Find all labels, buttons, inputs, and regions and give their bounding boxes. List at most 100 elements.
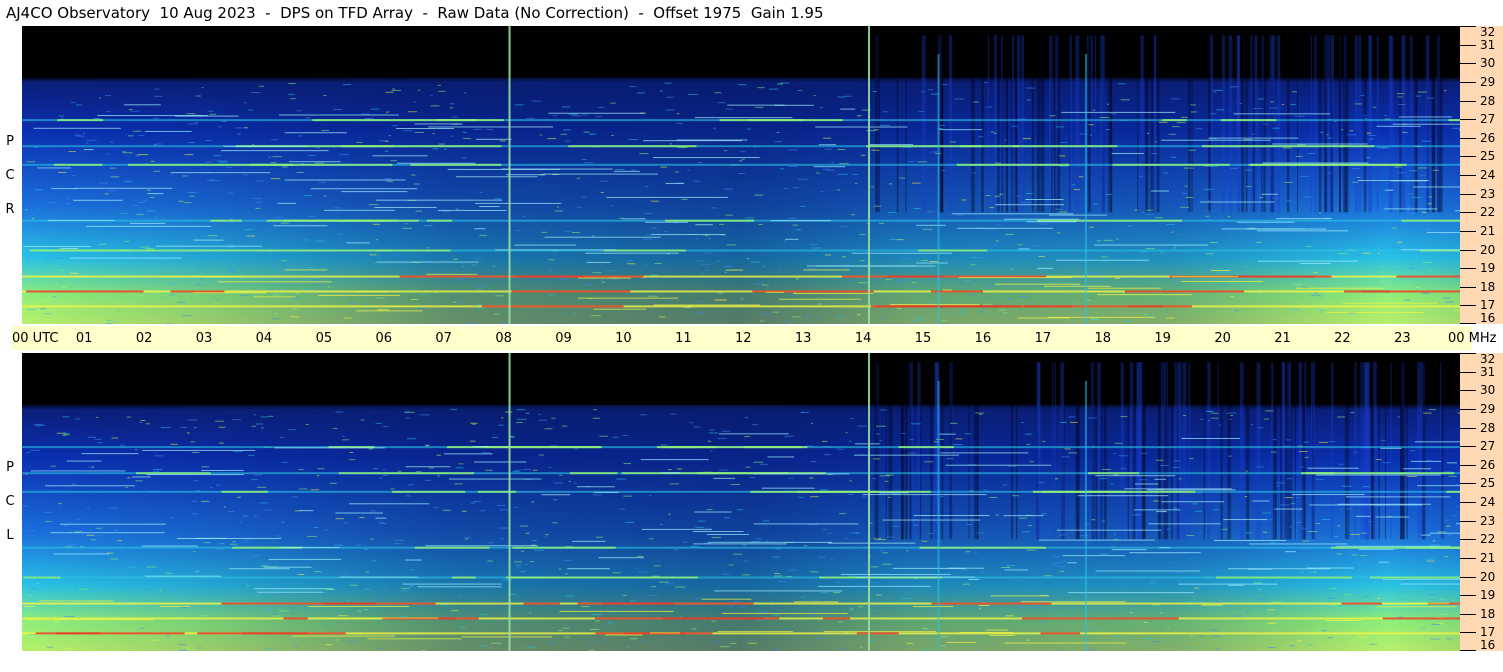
rcp-carrier [1257,260,1359,262]
rcp-speckle [1103,239,1113,241]
lcp-speckle [58,503,62,505]
rcp-freq-tick-label: 32 [1480,25,1496,39]
rcp-speckle [323,195,327,197]
lcp-speckle [817,556,826,558]
rcp-speckle [591,315,601,317]
lcp-speckle [649,494,652,496]
rcp-speckle [809,244,819,246]
lcp-band-segment [1021,617,1179,620]
rcp-speckle [1046,241,1049,243]
lcp-speckle [728,564,734,566]
lcp-band-segment [577,602,674,605]
rcp-speckle [1144,313,1148,315]
rcp-speckle [1284,181,1293,183]
lcp-band-segment [523,602,560,605]
rcp-freq-tick-label: 22 [1480,205,1496,220]
lcp-speckle [349,451,354,453]
rcp-band-segment [511,290,631,293]
lcp-carrier [862,494,987,496]
lcp-band-segment [594,617,763,620]
lcp-carrier [692,543,787,545]
lcp-speckle [1361,541,1366,543]
rcp-speckle [842,263,851,265]
rcp-speckle [1071,184,1076,186]
rcp-speckle [268,156,272,158]
rcp-speckle [885,279,892,281]
rcp-speckle [744,217,755,219]
rcp-speckle [410,174,416,176]
rcp-speckle [973,101,979,103]
lcp-speckle [170,516,175,518]
rcp-speckle [715,260,721,262]
rcp-speckle [1258,98,1265,100]
lcp-speckle [882,552,889,554]
lcp-speckle [1061,560,1067,562]
lcp-speckle [480,597,484,599]
rcp-speckle [337,233,343,235]
lcp-speckle [1000,566,1011,568]
lcp-speckle [1058,534,1066,536]
rcp-freq-tick-label: 17 [1480,298,1496,313]
rcp-speckle [405,223,408,225]
lcp-speckle [629,600,638,602]
rcp-speckle [857,282,868,284]
lcp-speckle [1409,450,1416,452]
lcp-speckle [458,463,464,465]
lcp-speckle [299,488,308,490]
rcp-speckle [178,200,184,202]
rcp-speckle [791,316,801,318]
lcp-speckle [695,526,704,528]
rcp-carrier [813,166,846,168]
rcp-speckle [289,297,300,299]
lcp-streak [1420,362,1422,540]
rcp-speckle [1432,169,1439,171]
lcp-speckle [111,437,119,439]
lcp-speckle [946,458,954,460]
lcp-speckle [580,606,590,608]
rcp-speckle [477,304,482,306]
rcp-speckle [1427,203,1432,205]
rcp-carrier [323,209,395,211]
rcp-speckle [789,322,792,324]
lcp-speckle [1345,551,1348,553]
rcp-speckle [1290,103,1297,105]
lcp-speckle [1432,540,1436,542]
lcp-speckle [1303,441,1309,443]
lcp-speckle [940,496,944,498]
rcp-speckle [1383,115,1388,117]
rcp-speckle [627,260,633,262]
rcp-speckle [1259,197,1264,199]
lcp-carrier [1417,485,1460,487]
lcp-streak [1127,362,1129,540]
rcp-speckle [442,260,449,262]
rcp-carrier [346,242,370,244]
lcp-speckle [879,439,882,441]
lcp-speckle [1252,582,1263,584]
lcp-freq-tick-label: 28 [1480,420,1496,435]
lcp-speckle [239,521,242,523]
lcp-speckle [1350,533,1360,535]
lcp-speckle [921,628,929,630]
rcp-speckle [273,313,278,315]
lcp-speckle [516,409,526,411]
rcp-speckle [651,200,659,202]
rcp-speckle [281,260,287,262]
rcp-speckle [1396,266,1399,268]
rcp-streak [1154,35,1156,213]
lcp-streak [1096,362,1098,540]
lcp-speckle [279,610,290,612]
rcp-speckle [1018,296,1028,298]
lcp-speckle [910,423,921,425]
rcp-speckle [426,247,430,249]
lcp-freq-tick-mark [1460,353,1476,354]
lcp-speckle [1267,561,1271,563]
rcp-speckle [564,140,571,142]
lcp-speckle [1015,579,1025,581]
rcp-speckle [111,232,117,234]
lcp-speckle [1437,622,1444,624]
rcp-freq-tick-label: 26 [1480,130,1496,145]
lcp-speckle [1289,526,1293,528]
rcp-band-0 [22,305,1460,308]
lcp-band-segment [1446,490,1460,493]
rcp-speckle [1404,299,1411,301]
